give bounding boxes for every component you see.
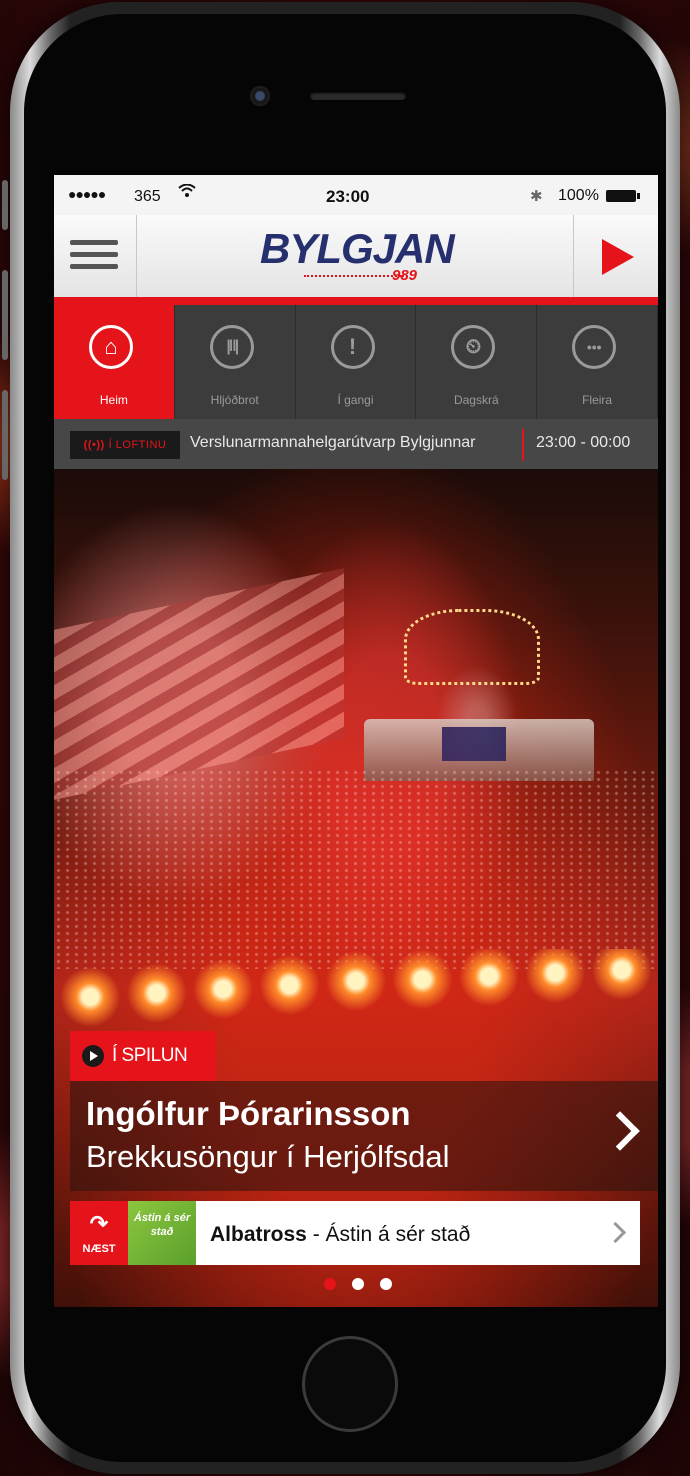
stage-lights-image-region (404, 609, 540, 685)
mute-switch (2, 180, 8, 230)
soundwave-icon: |‖| (209, 325, 254, 369)
tab-label: Fleira (582, 393, 613, 407)
now-playing-song: Brekkusöngur í Herjólfsdal (86, 1139, 450, 1174)
next-song: Ástin á sér stað (325, 1223, 471, 1246)
next-label: NÆST (82, 1243, 116, 1255)
next-up-text: Albatross - Ástin á sér stað (210, 1223, 470, 1247)
tab-label: Í gangi (337, 393, 374, 407)
clock-icon: ⏲ (451, 325, 496, 369)
tab-heim[interactable]: ⌂ Heim (54, 305, 175, 419)
now-playing-artist: Ingólfur Þórarinsson (86, 1095, 411, 1132)
brand-frequency: 989 (392, 267, 418, 284)
next-tag: ↷ NÆST (70, 1201, 128, 1265)
page-dot[interactable] (380, 1278, 392, 1290)
divider (522, 429, 524, 461)
home-button[interactable] (302, 1336, 398, 1432)
tab-hljodbrot[interactable]: |‖| Hljóðbrot (175, 305, 296, 419)
logo-dots (304, 275, 404, 277)
chevron-right-icon (604, 1221, 627, 1244)
hamburger-line (70, 264, 118, 269)
next-artist: Albatross (210, 1223, 307, 1246)
hamburger-line (70, 252, 118, 257)
menu-button[interactable] (54, 215, 137, 297)
signal-icon: ●●●●● (68, 186, 106, 202)
now-playing-badge: Í SPILUN (70, 1031, 216, 1081)
app-screen: ●●●●● 365 23:00 ✱ 100% BYLGJAN 989 ⌂ Hei… (54, 175, 658, 1307)
play-circle-icon (82, 1045, 104, 1067)
now-playing-panel[interactable]: Ingólfur Þórarinsson Brekkusöngur í Herj… (70, 1081, 658, 1191)
tab-bar: ⌂ Heim |‖| Hljóðbrot ! Í gangi ⏲ Dagskrá… (54, 305, 658, 419)
earpiece-speaker (310, 92, 406, 100)
page-dot-active[interactable] (324, 1278, 336, 1290)
on-air-show: Verslunarmannahelgarútvarp Bylgjunnar (190, 434, 476, 451)
page-dot[interactable] (352, 1278, 364, 1290)
on-air-label: Í LOFTINU (108, 439, 167, 451)
bluetooth-icon: ✱ (530, 188, 543, 205)
home-icon: ⌂ (89, 325, 133, 369)
volume-up-button (2, 270, 8, 360)
carrier-label: 365 (134, 188, 161, 205)
play-button[interactable] (573, 215, 658, 297)
hamburger-icon (70, 240, 118, 245)
app-header: BYLGJAN 989 (54, 215, 658, 305)
status-bar: ●●●●● 365 23:00 ✱ 100% (54, 175, 658, 215)
page-indicator (316, 1277, 400, 1295)
forward-arrow-icon: ↷ (89, 1211, 109, 1236)
front-camera (250, 86, 270, 106)
chevron-right-icon[interactable] (600, 1111, 640, 1151)
exclamation-bubble-icon: ! (330, 325, 375, 369)
clock: 23:00 (326, 187, 370, 206)
tab-label: Heim (99, 393, 128, 407)
battery-icon (606, 190, 640, 202)
battery-percent: 100% (558, 187, 599, 204)
tents-image-region (54, 568, 344, 800)
brand-logo: BYLGJAN (260, 225, 455, 272)
next-separator: - (306, 1223, 326, 1246)
play-icon (602, 239, 634, 275)
crowd-image-region (54, 769, 658, 969)
on-air-badge: ((•)) Í LOFTINU (70, 431, 180, 459)
tab-label: Dagskrá (453, 393, 499, 407)
tab-dagskra[interactable]: ⏲ Dagskrá (416, 305, 538, 419)
album-art: Ástin á sér stað (128, 1201, 196, 1265)
tab-i-gangi[interactable]: ! Í gangi (296, 305, 417, 419)
tab-fleira[interactable]: ••• Fleira (537, 305, 658, 419)
now-playing-label: Í SPILUN (112, 1045, 188, 1066)
stage-screen (442, 727, 506, 761)
on-air-time: 23:00 - 00:00 (536, 434, 631, 451)
broadcast-icon: ((•)) (83, 439, 105, 451)
volume-down-button (2, 390, 8, 480)
next-up-bar[interactable]: ↷ NÆST Ástin á sér stað Albatross - Ásti… (70, 1201, 640, 1265)
tab-label: Hljóðbrot (210, 393, 259, 407)
flames-image-region (54, 949, 658, 1029)
hero-image: Í SPILUN Ingólfur Þórarinsson Brekkusöng… (54, 469, 658, 1307)
wifi-icon (178, 183, 196, 203)
more-icon: ••• (572, 325, 617, 369)
on-air-bar[interactable]: ((•)) Í LOFTINU Verslunarmannahelgarútvar… (54, 419, 658, 469)
